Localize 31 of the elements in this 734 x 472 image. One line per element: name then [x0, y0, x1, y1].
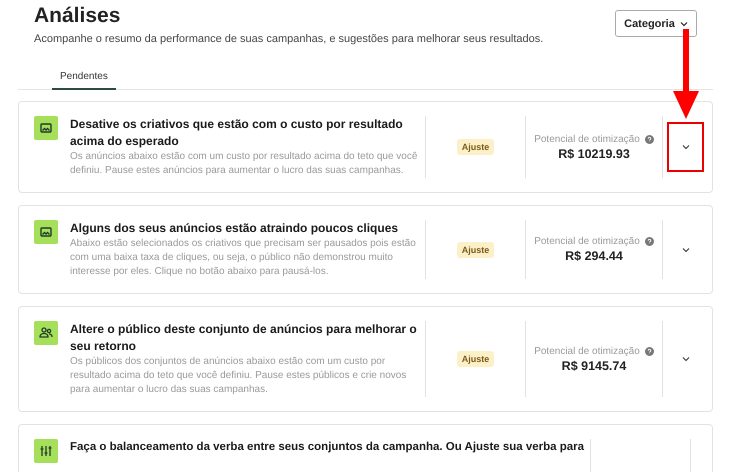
chevron-icon	[680, 20, 688, 26]
suggestion-title: Altere o público deste conjunto de anúncios para melhorar o seu retorno	[70, 321, 418, 355]
category-icon	[34, 439, 58, 463]
potential-value: R$ 294.44	[565, 249, 623, 263]
potential-value: R$ 9145.74	[562, 358, 626, 372]
chevron-icon	[682, 246, 690, 252]
help-icon	[644, 134, 654, 144]
suggestion-title: Faça o balanceamento da verba entre seus conjuntos da campanha. Ou Ajuste sua verba para	[70, 440, 584, 455]
chevron-icon	[682, 356, 690, 362]
help-icon	[644, 237, 654, 246]
potential-label: Potencial de otimização	[534, 346, 640, 356]
category-button[interactable]: Categoria	[615, 10, 697, 37]
page-subtitle: Acompanhe o resumo da performance de suas campanhas, e sugestões para melhorar seus resultados.	[34, 33, 544, 45]
potential-value: R$ 10219.93	[558, 146, 630, 160]
category-icon	[34, 116, 58, 140]
potential-label: Potencial de otimização	[534, 236, 640, 247]
potential-label: Potencial de otimização	[534, 134, 640, 144]
suggestion-title: Alguns dos seus anúncios estão atraindo poucos cliques	[70, 220, 400, 237]
type-badge: Ajuste	[456, 242, 494, 258]
category-icon	[34, 220, 58, 244]
category-icon	[34, 321, 58, 345]
help-icon	[644, 346, 654, 356]
suggestion-description: Os anúncios abaixo estão com um custo por resultado acima do teto que você definiu. Pause estes anúncios para aumentar o lucro das suas campanhas.	[70, 150, 418, 178]
chevron-icon	[682, 144, 690, 150]
suggestion-title: Desative os criativos que estão com o custo por resultado acima do esperado	[70, 116, 404, 150]
page-title: Análises	[34, 3, 122, 29]
suggestion-description: Abaixo estão selecionados os criativos que precisam ser pausados pois estão com uma baixa taxa de cliques, ou seja, o público não demonstrou muito interesse por eles. Clique no botão abaixo para pausá-los.	[70, 237, 417, 279]
suggestion-description: Os públicos dos conjuntos de anúncios abaixo estão com um custo por resultado acima do teto que você definiu. Pause estes públicos e crie novos para aumentar o lucro das suas campanhas.	[70, 355, 408, 397]
tab[interactable]: Pendentes	[52, 71, 116, 90]
type-badge: Ajuste	[456, 351, 494, 367]
type-badge: Ajuste	[456, 139, 494, 155]
